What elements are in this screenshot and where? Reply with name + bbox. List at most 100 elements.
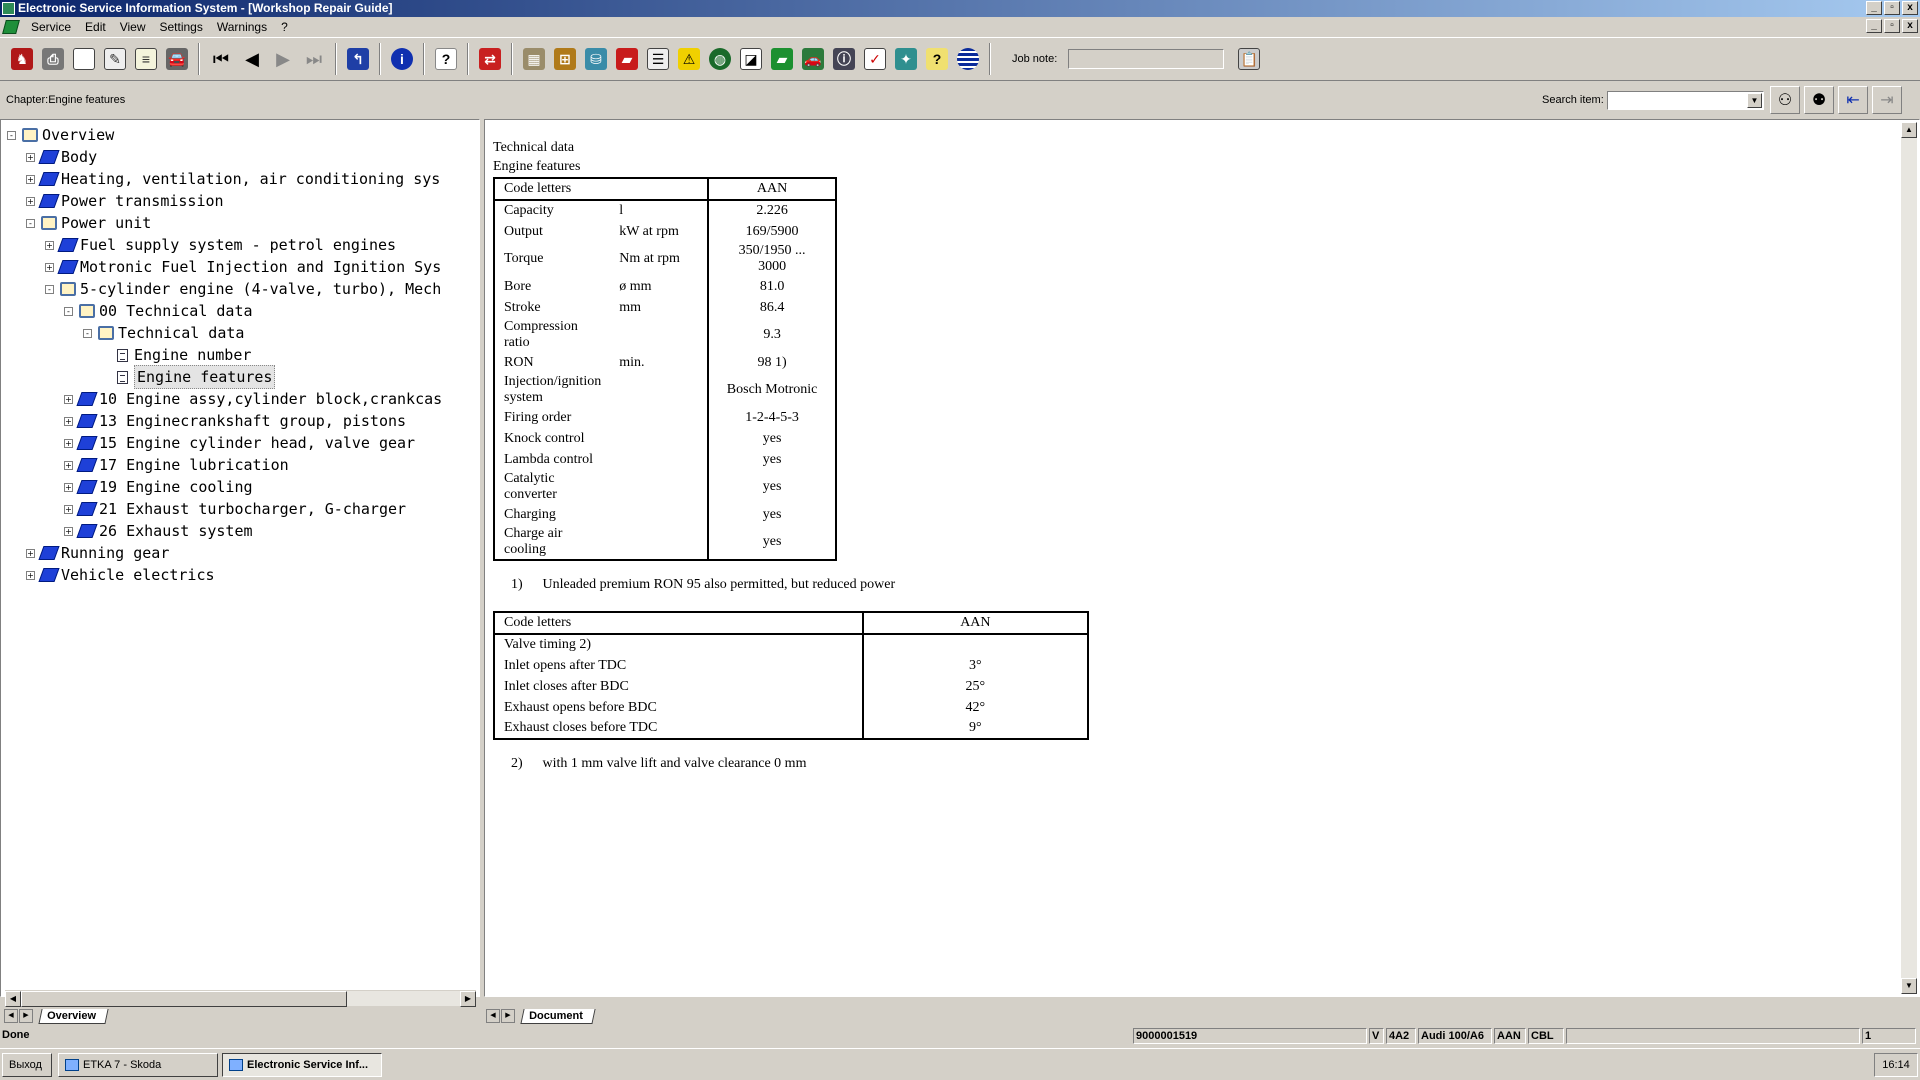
tree-item[interactable]: +21 Exhaust turbocharger, G-charger (64, 498, 406, 520)
grid-icon[interactable]: ⊞ (551, 43, 579, 75)
green-book-icon[interactable]: ▰ (768, 43, 796, 75)
tree-item[interactable]: - 5-cylinder engine (4-valve, turbo), Mec… (45, 278, 441, 300)
collapse-icon[interactable]: - (26, 218, 35, 228)
scroll-up-icon[interactable]: ▲ (1901, 122, 1917, 138)
last-page-icon[interactable]: ⏭ (300, 43, 328, 75)
switch-icon[interactable]: ⇄ (476, 43, 504, 75)
search-item-select[interactable]: ▼ (1607, 91, 1764, 110)
tree-item[interactable]: + Vehicle electrics (26, 564, 215, 586)
menu-help[interactable]: ? (274, 20, 295, 34)
tree-item[interactable]: Engine features (102, 365, 276, 389)
collapse-icon[interactable]: - (7, 130, 16, 140)
task-esi[interactable]: Electronic Service Inf... (222, 1053, 382, 1077)
tab-next-icon[interactable]: ▶ (501, 1009, 515, 1023)
checklist-icon[interactable]: ✓ (861, 43, 889, 75)
diagram-icon[interactable]: ◪ (737, 43, 765, 75)
globe-icon[interactable]: ◍ (706, 43, 734, 75)
manual-icon[interactable]: ▰ (613, 43, 641, 75)
print-icon[interactable]: ⎙ (39, 43, 67, 75)
clipboard-icon[interactable]: 📋 (1235, 43, 1263, 75)
tree-item[interactable]: - Power unit (26, 212, 151, 234)
tree-item[interactable]: Engine number (102, 344, 251, 366)
tree-item[interactable]: + Heating, ventilation, air conditioning … (26, 168, 440, 190)
expand-icon[interactable]: + (64, 504, 73, 514)
expand-icon[interactable]: + (64, 460, 73, 470)
menu-settings[interactable]: Settings (153, 20, 210, 34)
tree-item[interactable]: +17 Engine lubrication (64, 454, 289, 476)
car-green-icon[interactable]: 🚗 (799, 43, 827, 75)
tree-item[interactable]: + Fuel supply system - petrol engines (45, 234, 396, 256)
start-button[interactable]: Выход (2, 1053, 52, 1077)
table-icon[interactable]: ☰ (644, 43, 672, 75)
tree-item[interactable]: +19 Engine cooling (64, 476, 253, 498)
tree-item[interactable]: +15 Engine cylinder head, valve gear (64, 432, 415, 454)
job-note-field[interactable] (1068, 49, 1225, 69)
expand-icon[interactable]: + (64, 438, 73, 448)
new-document-icon[interactable] (70, 43, 98, 75)
next-page-icon[interactable]: ▶ (269, 43, 297, 75)
expand-icon[interactable]: + (64, 394, 73, 404)
search-forward-icon[interactable]: ⇥ (1872, 86, 1902, 114)
expand-icon[interactable]: + (64, 416, 73, 426)
database-icon[interactable]: ⛁ (582, 43, 610, 75)
up-level-icon[interactable]: ↰ (344, 43, 372, 75)
help-icon[interactable]: ? (432, 43, 460, 75)
tab-prev-icon[interactable]: ◀ (486, 1009, 500, 1023)
car-info-icon[interactable]: ⓘ (830, 43, 858, 75)
tools-icon[interactable]: ✦ (892, 43, 920, 75)
tree-item[interactable]: +13 Enginecrankshaft group, pistons (64, 410, 406, 432)
collapse-icon[interactable]: - (83, 328, 92, 338)
scroll-thumb[interactable] (21, 991, 347, 1007)
expand-icon[interactable]: + (26, 196, 35, 206)
minimize-button[interactable]: _ (1866, 1, 1882, 15)
expand-icon[interactable]: + (45, 240, 54, 250)
edit-document-icon[interactable]: ✎ (101, 43, 129, 75)
scroll-down-icon[interactable]: ▼ (1901, 978, 1917, 994)
tree-item[interactable]: +26 Exhaust system (64, 520, 253, 542)
expand-icon[interactable]: + (64, 526, 73, 536)
tab-overview[interactable]: Overview (38, 1008, 109, 1024)
child-restore-button[interactable]: ▫ (1884, 19, 1900, 33)
tree-item[interactable]: + Running gear (26, 542, 169, 564)
collapse-icon[interactable]: - (64, 306, 73, 316)
tab-document[interactable]: Document (520, 1008, 596, 1024)
info-icon[interactable]: i (388, 43, 416, 75)
tree-item[interactable]: - Technical data (83, 322, 244, 344)
document-list-icon[interactable]: ≡ (132, 43, 160, 75)
expand-icon[interactable]: + (26, 548, 35, 558)
restore-button[interactable]: ▫ (1884, 1, 1900, 15)
tree-item[interactable]: +10 Engine assy,cylinder block,crankcas (64, 388, 442, 410)
menu-edit[interactable]: Edit (78, 20, 113, 34)
close-button[interactable]: x (1902, 1, 1918, 15)
tab-prev-icon[interactable]: ◀ (4, 1009, 18, 1023)
tree-item[interactable]: - 00 Technical data (64, 300, 253, 322)
tree-item[interactable]: - Overview (7, 124, 114, 146)
collapse-icon[interactable]: - (45, 284, 54, 294)
vehicle-icon[interactable]: 🚘 (163, 43, 191, 75)
scroll-left-icon[interactable]: ◀ (5, 991, 21, 1007)
tree-item[interactable]: + Motronic Fuel Injection and Ignition Sy… (45, 256, 441, 278)
calculator-icon[interactable]: ▦ (520, 43, 548, 75)
exit-app-icon[interactable]: ♞ (8, 43, 36, 75)
scroll-right-icon[interactable]: ▶ (460, 991, 476, 1007)
expand-icon[interactable]: + (64, 482, 73, 492)
first-page-icon[interactable]: ⏮ (207, 43, 235, 75)
question-document-icon[interactable]: ? (923, 43, 951, 75)
search-person-icon[interactable]: ⚉ (1804, 86, 1834, 114)
expand-icon[interactable]: + (26, 152, 35, 162)
menu-view[interactable]: View (113, 20, 153, 34)
child-close-button[interactable]: x (1902, 19, 1918, 33)
child-minimize-button[interactable]: _ (1866, 19, 1882, 33)
tab-next-icon[interactable]: ▶ (19, 1009, 33, 1023)
chevron-down-icon[interactable]: ▼ (1747, 93, 1762, 108)
tree-item[interactable]: + Body (26, 146, 97, 168)
task-etka[interactable]: ETKA 7 - Skoda (58, 1053, 218, 1077)
menu-service[interactable]: Service (24, 20, 78, 34)
window-titlebar[interactable]: Electronic Service Information System - … (0, 0, 1920, 17)
app-menu-icon[interactable] (2, 19, 20, 34)
previous-page-icon[interactable]: ◀ (238, 43, 266, 75)
document-vertical-scrollbar[interactable]: ▲ ▼ (1901, 122, 1917, 994)
search-back-icon[interactable]: ⇤ (1838, 86, 1868, 114)
tree-item[interactable]: + Power transmission (26, 190, 224, 212)
expand-icon[interactable]: + (45, 262, 54, 272)
